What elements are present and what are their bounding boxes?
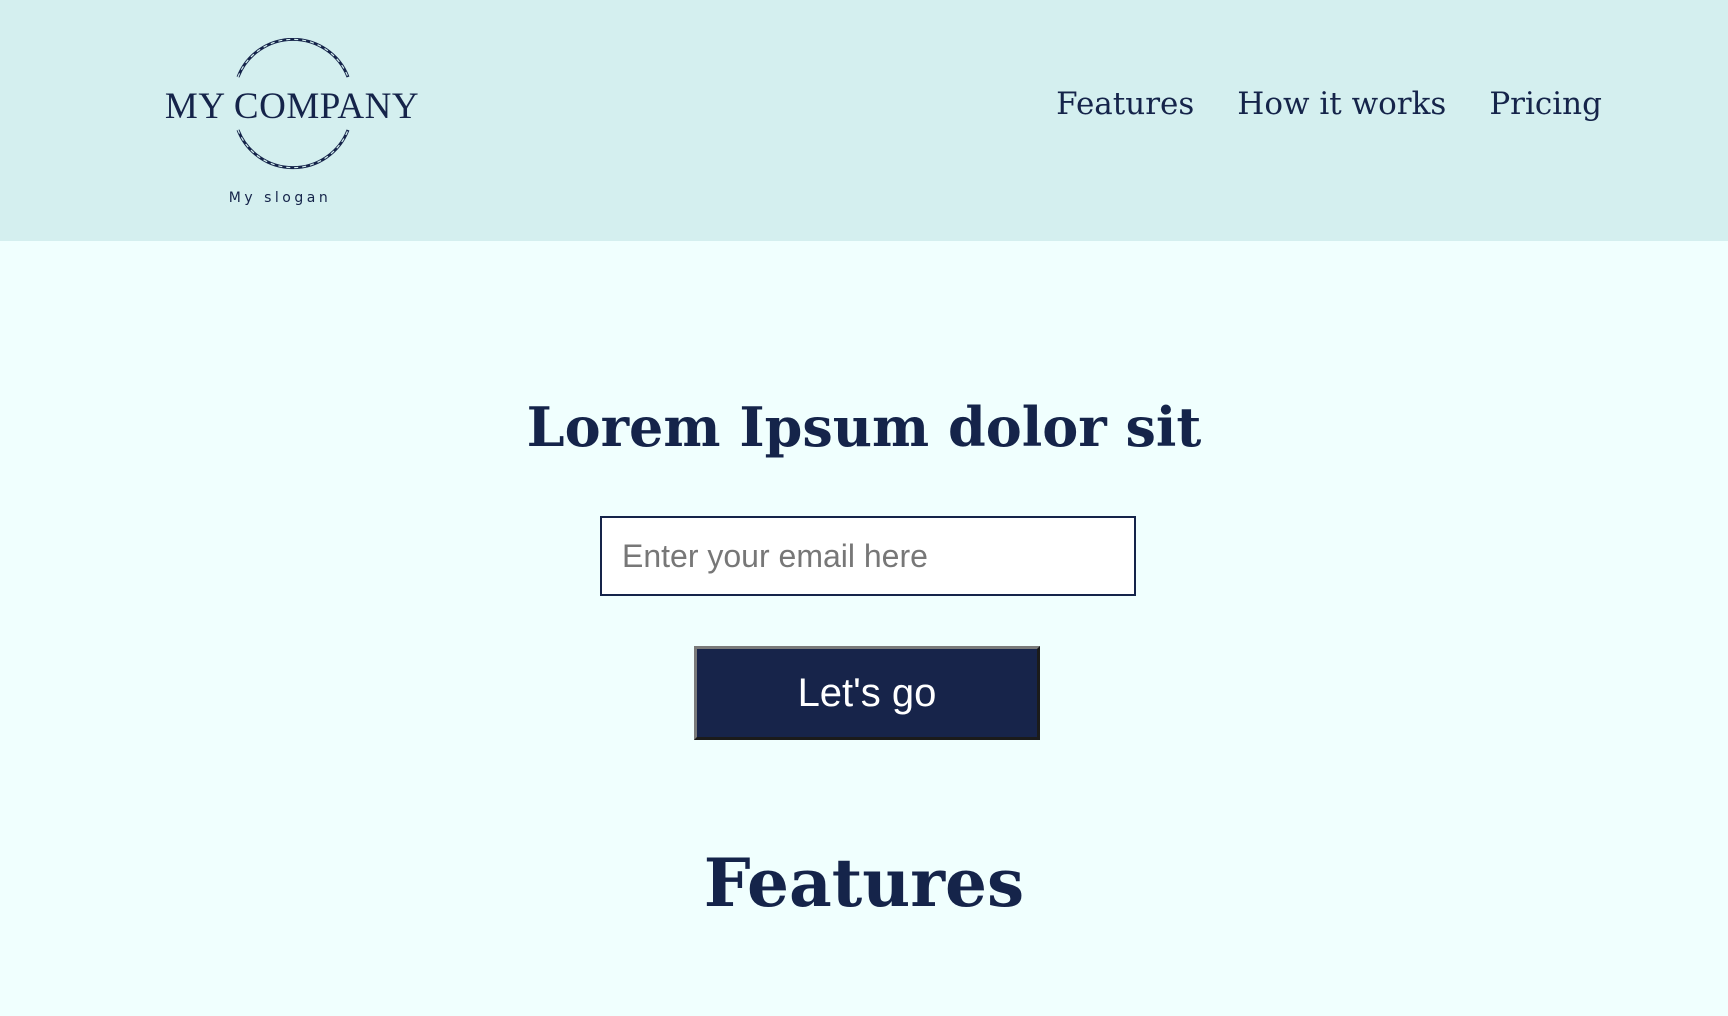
main-nav: Features How it works Pricing <box>1056 86 1602 122</box>
nav-link-features[interactable]: Features <box>1056 86 1194 122</box>
nav-link-how-it-works[interactable]: How it works <box>1237 86 1446 122</box>
site-header: MY COMPANY My slogan Features How it wor… <box>0 0 1728 241</box>
email-input[interactable] <box>600 516 1136 596</box>
lets-go-button[interactable]: Let's go <box>694 646 1040 740</box>
nav-link-pricing[interactable]: Pricing <box>1489 86 1602 122</box>
hero-title: Lorem Ipsum dolor sit <box>526 395 1202 459</box>
company-logo[interactable]: MY COMPANY My slogan <box>160 38 428 208</box>
logo-slogan: My slogan <box>229 190 331 206</box>
logo-graphic: MY COMPANY My slogan <box>165 38 419 206</box>
features-section-title: Features <box>703 844 1025 922</box>
logo-company-name: MY COMPANY <box>165 86 419 127</box>
